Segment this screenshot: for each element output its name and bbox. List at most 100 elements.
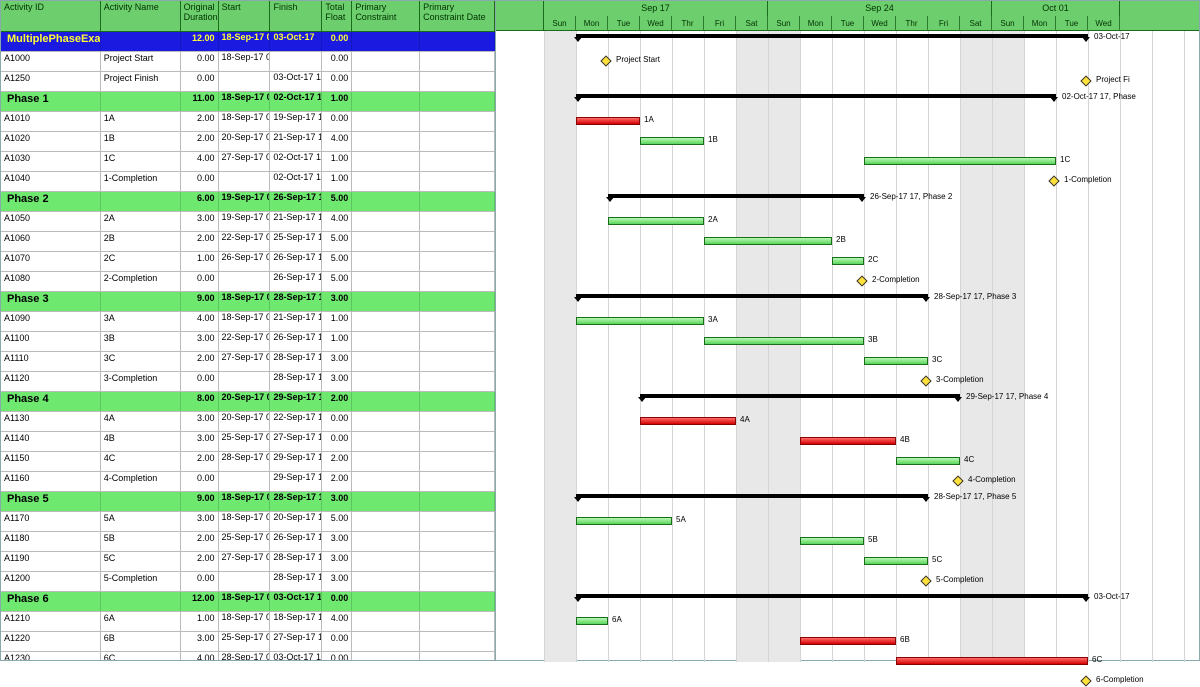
cell-activity-id[interactable]: A1090 <box>1 312 101 331</box>
cell-activity-name[interactable] <box>101 92 181 111</box>
cell-primary-constraint-date[interactable] <box>420 32 495 51</box>
cell-duration[interactable]: 0.00 <box>181 52 219 71</box>
cell-primary-constraint-date[interactable] <box>420 512 495 531</box>
cell-duration[interactable]: 2.00 <box>181 452 219 471</box>
cell-primary-constraint[interactable] <box>352 152 420 171</box>
summary-bar[interactable] <box>576 594 1088 598</box>
cell-duration[interactable]: 0.00 <box>181 472 219 491</box>
cell-activity-name[interactable]: 1C <box>101 152 181 171</box>
cell-duration[interactable]: 12.00 <box>181 592 219 611</box>
cell-activity-id[interactable]: A1000 <box>1 52 101 71</box>
cell-primary-constraint-date[interactable] <box>420 492 495 511</box>
gantt-bar[interactable] <box>832 257 864 265</box>
cell-finish[interactable]: 03-Oct-17 <box>270 32 322 51</box>
cell-start[interactable]: 28-Sep-17 08 <box>219 652 271 660</box>
cell-start[interactable]: 18-Sep-17 0 <box>219 592 271 611</box>
cell-primary-constraint[interactable] <box>352 172 420 191</box>
summary-bar[interactable] <box>640 394 960 398</box>
phase-row[interactable]: Phase 48.0020-Sep-17 029-Sep-17 12.00 <box>1 392 495 412</box>
cell-duration[interactable]: 0.00 <box>181 172 219 191</box>
cell-finish[interactable]: 20-Sep-17 17 <box>270 512 322 531</box>
cell-activity-id[interactable]: A1050 <box>1 212 101 231</box>
cell-primary-constraint[interactable] <box>352 292 420 311</box>
cell-finish[interactable]: 22-Sep-17 17 <box>270 412 322 431</box>
cell-activity-name[interactable]: 3-Completion <box>101 372 181 391</box>
cell-primary-constraint[interactable] <box>352 572 420 591</box>
cell-start[interactable]: 27-Sep-17 08 <box>219 352 271 371</box>
cell-finish[interactable]: 02-Oct-17 17 <box>270 172 322 191</box>
gantt-bar[interactable] <box>640 417 736 425</box>
cell-float[interactable]: 1.00 <box>322 312 352 331</box>
cell-primary-constraint-date[interactable] <box>420 372 495 391</box>
cell-activity-id[interactable]: MultiplePhaseExample.xml <box>1 32 101 51</box>
cell-primary-constraint-date[interactable] <box>420 312 495 331</box>
cell-primary-constraint-date[interactable] <box>420 592 495 611</box>
gantt-chart[interactable]: Sep 17Sep 24Oct 01 SunMonTueWedThrFriSat… <box>496 1 1199 660</box>
cell-activity-name[interactable] <box>101 192 181 211</box>
cell-activity-name[interactable]: 5B <box>101 532 181 551</box>
phase-row[interactable]: Phase 39.0018-Sep-17 028-Sep-17 13.00 <box>1 292 495 312</box>
gantt-bar[interactable] <box>576 517 672 525</box>
cell-activity-id[interactable]: A1100 <box>1 332 101 351</box>
cell-activity-name[interactable]: 4A <box>101 412 181 431</box>
cell-finish[interactable]: 26-Sep-17 17 <box>270 332 322 351</box>
cell-start[interactable]: 25-Sep-17 08 <box>219 532 271 551</box>
cell-activity-name[interactable]: 5C <box>101 552 181 571</box>
phase-row[interactable]: Phase 26.0019-Sep-17 026-Sep-17 15.00 <box>1 192 495 212</box>
cell-float[interactable]: 0.00 <box>322 112 352 131</box>
activity-row[interactable]: A10401-Completion0.0002-Oct-17 171.00 <box>1 172 495 192</box>
cell-activity-name[interactable]: 3A <box>101 312 181 331</box>
cell-float[interactable]: 0.00 <box>322 652 352 660</box>
activity-table[interactable]: Activity ID Activity Name Original Durat… <box>1 1 496 660</box>
cell-primary-constraint[interactable] <box>352 312 420 331</box>
cell-float[interactable]: 0.00 <box>322 72 352 91</box>
activity-row[interactable]: A11304A3.0020-Sep-17 0822-Sep-17 170.00 <box>1 412 495 432</box>
cell-float[interactable]: 5.00 <box>322 512 352 531</box>
gantt-bar[interactable] <box>704 237 832 245</box>
cell-float[interactable]: 4.00 <box>322 212 352 231</box>
cell-start[interactable]: 18-Sep-17 0 <box>219 292 271 311</box>
cell-float[interactable]: 0.00 <box>322 592 352 611</box>
summary-bar[interactable] <box>608 194 864 198</box>
activity-row[interactable]: A10301C4.0027-Sep-17 0802-Oct-17 171.00 <box>1 152 495 172</box>
cell-primary-constraint-date[interactable] <box>420 112 495 131</box>
cell-activity-id[interactable]: A1200 <box>1 572 101 591</box>
cell-primary-constraint-date[interactable] <box>420 392 495 411</box>
cell-primary-constraint-date[interactable] <box>420 412 495 431</box>
gantt-bar[interactable] <box>640 137 704 145</box>
cell-activity-name[interactable] <box>101 292 181 311</box>
cell-duration[interactable]: 3.00 <box>181 432 219 451</box>
activity-row[interactable]: A11604-Completion0.0029-Sep-17 172.00 <box>1 472 495 492</box>
cell-duration[interactable]: 4.00 <box>181 152 219 171</box>
activity-row[interactable]: A10702C1.0026-Sep-17 0826-Sep-17 175.00 <box>1 252 495 272</box>
cell-primary-constraint-date[interactable] <box>420 472 495 491</box>
cell-activity-name[interactable]: 5A <box>101 512 181 531</box>
cell-activity-id[interactable]: A1210 <box>1 612 101 631</box>
cell-finish[interactable]: 21-Sep-17 17 <box>270 132 322 151</box>
cell-primary-constraint[interactable] <box>352 492 420 511</box>
activity-row[interactable]: A11705A3.0018-Sep-17 0820-Sep-17 175.00 <box>1 512 495 532</box>
cell-primary-constraint-date[interactable] <box>420 232 495 251</box>
cell-duration[interactable]: 0.00 <box>181 372 219 391</box>
activity-row[interactable]: A12206B3.0025-Sep-17 0827-Sep-17 170.00 <box>1 632 495 652</box>
cell-start[interactable]: 22-Sep-17 08 <box>219 332 271 351</box>
summary-bar[interactable] <box>576 34 1088 38</box>
cell-activity-name[interactable]: 5-Completion <box>101 572 181 591</box>
activity-row[interactable]: A12306C4.0028-Sep-17 0803-Oct-17 170.00 <box>1 652 495 660</box>
cell-activity-id[interactable]: A1010 <box>1 112 101 131</box>
cell-primary-constraint-date[interactable] <box>420 612 495 631</box>
col-duration[interactable]: Original Duration <box>181 1 219 31</box>
cell-activity-name[interactable]: 2C <box>101 252 181 271</box>
cell-finish[interactable]: 29-Sep-17 17 <box>270 452 322 471</box>
cell-float[interactable]: 5.00 <box>322 252 352 271</box>
cell-activity-name[interactable]: 4C <box>101 452 181 471</box>
cell-activity-id[interactable]: A1020 <box>1 132 101 151</box>
phase-row[interactable]: Phase 111.0018-Sep-17 002-Oct-17 11.00 <box>1 92 495 112</box>
cell-start[interactable]: 18-Sep-17 08 <box>219 32 271 51</box>
cell-float[interactable]: 3.00 <box>322 372 352 391</box>
cell-activity-name[interactable]: 6B <box>101 632 181 651</box>
cell-float[interactable]: 0.00 <box>322 32 352 51</box>
cell-primary-constraint[interactable] <box>352 52 420 71</box>
activity-row[interactable]: A12005-Completion0.0028-Sep-17 173.00 <box>1 572 495 592</box>
cell-duration[interactable]: 1.00 <box>181 612 219 631</box>
